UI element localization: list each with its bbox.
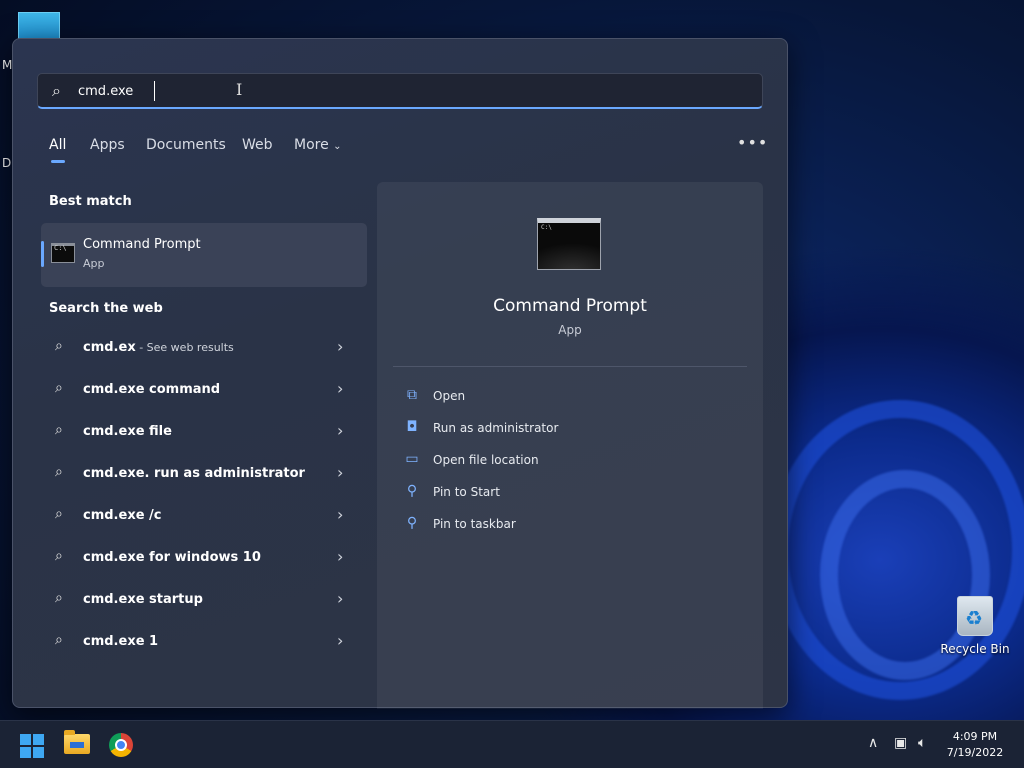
command-prompt-large-icon: C:\ — [537, 218, 601, 270]
action-open-label: Open — [433, 389, 466, 403]
web-result-query: cmd.exe. run as administrator — [83, 466, 305, 481]
web-result-label: cmd.ex - See web results — [83, 340, 234, 355]
chevron-right-icon: › — [337, 589, 344, 608]
web-result-query: cmd.exe command — [83, 382, 221, 397]
search-box[interactable]: ⌕ I — [37, 73, 763, 109]
web-result-query: cmd.exe for windows 10 — [83, 550, 261, 565]
recycle-bin-label: Recycle Bin — [940, 642, 1010, 656]
search-input[interactable] — [78, 80, 578, 102]
recycle-bin[interactable]: ♻ Recycle Bin — [940, 596, 1010, 656]
preview-divider — [393, 366, 747, 367]
web-result-item[interactable]: ⌕ cmd.exe /c › — [41, 497, 367, 537]
preview-title: Command Prompt — [493, 296, 647, 316]
chevron-right-icon: › — [337, 547, 344, 566]
best-match-title: Best match — [49, 194, 132, 209]
desktop-icon-label: D — [2, 156, 12, 170]
text-caret — [154, 81, 155, 101]
active-tab-indicator — [51, 160, 65, 163]
search-icon: ⌕ — [55, 464, 63, 480]
app-preview-pane: C:\ Command Prompt App ⧉ Open ◘ Run as a… — [377, 182, 763, 709]
search-icon: ⌕ — [52, 81, 61, 100]
ibeam-cursor-icon: I — [236, 80, 243, 99]
chrome-icon[interactable] — [109, 733, 133, 757]
web-result-label: cmd.exe 1 — [83, 634, 158, 649]
best-match-name: Command Prompt — [83, 237, 201, 252]
action-open-file-location-label: Open file location — [433, 453, 539, 467]
more-options-icon[interactable]: ••• — [737, 133, 768, 152]
network-icon[interactable]: ▣ — [894, 735, 907, 751]
action-pin-to-start-label: Pin to Start — [433, 485, 500, 499]
web-result-query: cmd.ex — [83, 340, 136, 355]
search-icon: ⌕ — [55, 338, 63, 354]
chevron-down-icon: ⌄ — [333, 141, 342, 152]
clock[interactable]: 4:09 PM 7/19/2022 — [940, 729, 1010, 761]
chevron-right-icon: › — [337, 631, 344, 650]
desktop-icon-label: M — [2, 58, 13, 72]
search-icon: ⌕ — [55, 506, 63, 522]
search-panel: ⌕ I All Apps Documents Web More ⌄ ••• Be… — [12, 38, 788, 709]
action-run-as-admin-label: Run as administrator — [433, 421, 559, 435]
best-match-item[interactable]: C:\ Command Prompt App — [41, 223, 367, 287]
web-result-item[interactable]: ⌕ cmd.ex - See web results › — [41, 329, 367, 369]
chevron-right-icon: › — [337, 463, 344, 482]
web-result-item[interactable]: ⌕ cmd.exe file › — [41, 413, 367, 453]
web-result-item[interactable]: ⌕ cmd.exe command › — [41, 371, 367, 411]
search-icon: ⌕ — [55, 422, 63, 438]
web-result-query: cmd.exe /c — [83, 508, 162, 523]
start-button[interactable] — [20, 734, 44, 758]
web-result-label: cmd.exe /c — [83, 508, 162, 523]
file-explorer-icon[interactable] — [64, 730, 90, 754]
web-result-query: cmd.exe file — [83, 424, 172, 439]
search-web-title: Search the web — [49, 301, 163, 316]
pin-icon: ⚲ — [406, 515, 418, 531]
command-prompt-icon: C:\ — [51, 243, 75, 263]
action-pin-to-taskbar-label: Pin to taskbar — [433, 517, 516, 531]
recycle-bin-icon: ♻ — [957, 596, 993, 636]
best-match-type: App — [83, 257, 105, 270]
web-result-item[interactable]: ⌕ cmd.exe 1 › — [41, 623, 367, 663]
tab-web[interactable]: Web — [242, 137, 273, 153]
tab-all[interactable]: All — [49, 137, 66, 153]
web-result-item[interactable]: ⌕ cmd.exe. run as administrator › — [41, 455, 367, 495]
search-icon: ⌕ — [55, 632, 63, 648]
search-icon: ⌕ — [55, 548, 63, 564]
tab-more[interactable]: More ⌄ — [294, 137, 342, 153]
preview-subtitle: App — [558, 323, 582, 337]
tab-apps[interactable]: Apps — [90, 137, 125, 153]
clock-time: 4:09 PM — [952, 730, 998, 743]
chevron-right-icon: › — [337, 421, 344, 440]
web-result-hint: - See web results — [135, 341, 234, 354]
open-icon: ⧉ — [407, 387, 417, 403]
tab-documents[interactable]: Documents — [146, 137, 226, 153]
web-result-item[interactable]: ⌕ cmd.exe startup › — [41, 581, 367, 621]
chevron-right-icon: › — [337, 379, 344, 398]
clock-date: 7/19/2022 — [946, 746, 1004, 759]
tab-more-label: More — [294, 137, 329, 153]
web-result-label: cmd.exe command — [83, 382, 220, 397]
chevron-right-icon: › — [337, 505, 344, 524]
folder-icon: ▭ — [405, 451, 419, 467]
web-result-label: cmd.exe startup — [83, 592, 203, 607]
web-result-item[interactable]: ⌕ cmd.exe for windows 10 › — [41, 539, 367, 579]
web-result-label: cmd.exe file — [83, 424, 172, 439]
chevron-up-icon[interactable]: ∧ — [868, 735, 878, 751]
search-icon: ⌕ — [55, 590, 63, 606]
web-result-query: cmd.exe 1 — [83, 634, 159, 649]
selection-accent — [41, 241, 44, 267]
pin-icon: ⚲ — [406, 483, 418, 499]
volume-icon[interactable]: 🔈︎ — [918, 735, 926, 751]
search-icon: ⌕ — [55, 380, 63, 396]
web-result-label: cmd.exe for windows 10 — [83, 550, 261, 565]
web-result-label: cmd.exe. run as administrator — [83, 466, 305, 481]
taskbar: ∧ ▣ 🔈︎ 4:09 PM 7/19/2022 — [0, 720, 1024, 768]
desktop-icon[interactable] — [18, 12, 60, 40]
chevron-right-icon: › — [337, 337, 344, 356]
shield-icon: ◘ — [406, 419, 418, 435]
web-result-query: cmd.exe startup — [83, 592, 203, 607]
